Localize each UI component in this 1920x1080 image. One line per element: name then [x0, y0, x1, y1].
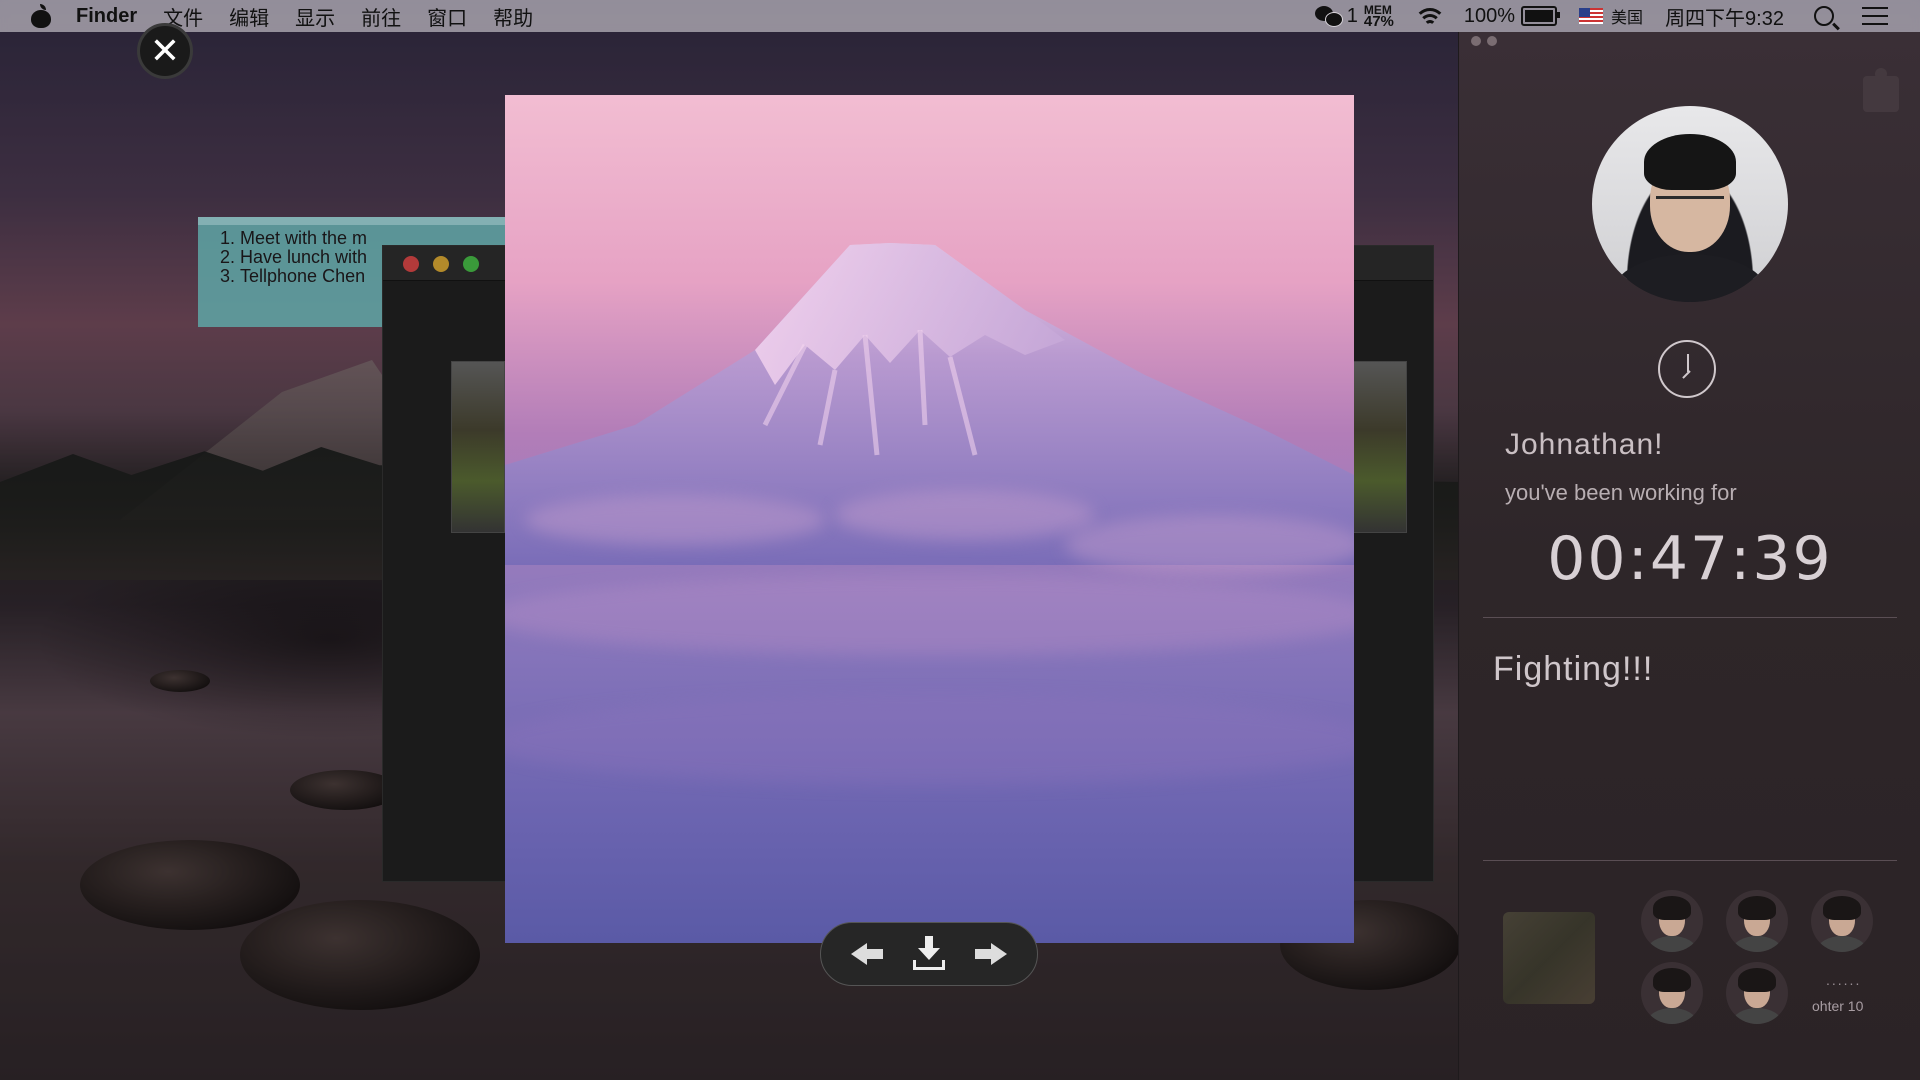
wechat-icon[interactable] — [1314, 5, 1343, 27]
panel-close-dot[interactable] — [1471, 36, 1481, 46]
panel-minimize-dot[interactable] — [1487, 36, 1497, 46]
menu-window[interactable]: 窗口 — [427, 2, 467, 31]
friend-avatar[interactable] — [1726, 890, 1788, 952]
us-flag-icon — [1579, 8, 1604, 24]
cloud — [525, 495, 825, 545]
cloud — [505, 695, 1354, 785]
window-thumbnail — [1353, 361, 1407, 533]
window-thumbnail — [451, 361, 505, 533]
cloud — [505, 575, 1354, 655]
battery-percent: 100% — [1463, 4, 1516, 27]
mem-value: 47% — [1363, 13, 1394, 30]
greeting-name: Johnathan! — [1505, 428, 1664, 461]
menu-edit[interactable]: 编辑 — [229, 2, 269, 31]
wechat-count: 1 — [1346, 4, 1358, 27]
menu-app-name[interactable]: Finder — [76, 5, 137, 28]
memory-monitor[interactable]: MEM 47% — [1363, 4, 1394, 30]
puzzle-icon[interactable] — [1863, 68, 1899, 112]
friend-avatar[interactable] — [1641, 962, 1703, 1024]
puzzle-thumbnail[interactable] — [1503, 912, 1595, 1004]
previous-photo-icon[interactable] — [847, 934, 891, 974]
motto-text[interactable]: Fighting!!! — [1493, 650, 1653, 689]
friend-avatar[interactable] — [1726, 962, 1788, 1024]
menu-view[interactable]: 显示 — [295, 2, 335, 31]
clock-icon — [1658, 340, 1716, 398]
apple-menu-icon[interactable] — [30, 4, 52, 28]
menu-clock[interactable]: 周四下午9:32 — [1665, 2, 1784, 31]
cloud — [835, 490, 1095, 540]
battery-icon — [1521, 6, 1561, 26]
friend-avatar[interactable] — [1641, 890, 1703, 952]
close-viewer-button[interactable]: ✕ — [137, 23, 193, 79]
friend-avatar[interactable] — [1811, 890, 1873, 952]
cloud — [1065, 515, 1354, 575]
battery-status[interactable]: 100% — [1463, 4, 1561, 28]
menu-help[interactable]: 帮助 — [493, 2, 533, 31]
elapsed-timer: 00:47:39 — [1547, 524, 1833, 594]
menu-go[interactable]: 前往 — [361, 2, 401, 31]
wifi-icon[interactable] — [1415, 6, 1444, 26]
notification-center-icon[interactable] — [1862, 7, 1888, 25]
spotlight-search-icon[interactable] — [1814, 6, 1834, 26]
window-zoom-button[interactable] — [463, 256, 479, 272]
user-avatar[interactable] — [1592, 106, 1788, 302]
menu-extras: 1 MEM 47% 100% 美国 周四下午9:32 — [1314, 0, 1920, 32]
input-source[interactable]: 美国 — [1579, 4, 1643, 28]
divider — [1483, 860, 1897, 861]
photo-viewer-image — [505, 95, 1354, 943]
window-close-button[interactable] — [403, 256, 419, 272]
download-icon[interactable] — [907, 934, 951, 974]
menu-bar: Finder 文件 编辑 显示 前往 窗口 帮助 1 MEM 47% 100% … — [0, 0, 1920, 32]
photo-controls — [820, 922, 1038, 986]
divider — [1483, 617, 1897, 618]
more-friends-label[interactable]: ohter 10 — [1812, 998, 1863, 1014]
more-friends-dots: ...... — [1826, 972, 1862, 988]
next-photo-icon[interactable] — [967, 934, 1011, 974]
greeting-subtitle: you've been working for — [1505, 480, 1737, 505]
input-source-label: 美国 — [1611, 10, 1644, 27]
window-minimize-button[interactable] — [433, 256, 449, 272]
